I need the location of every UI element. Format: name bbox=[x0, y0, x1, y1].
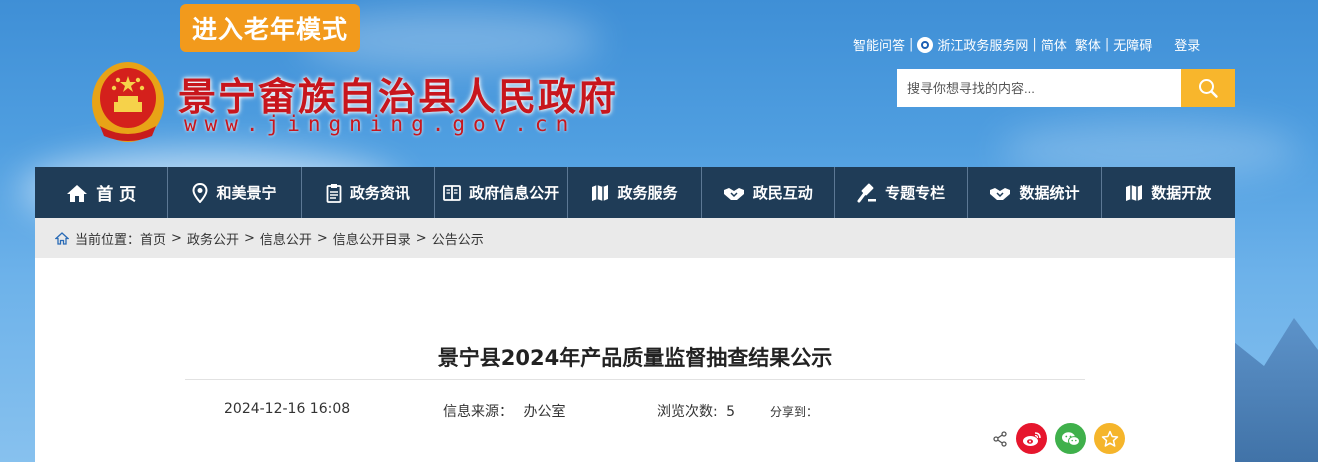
breadcrumb-separator: > bbox=[243, 230, 255, 246]
nav-item-label: 首 页 bbox=[96, 185, 137, 205]
article-datetime: 2024-12-16 16:08 bbox=[224, 401, 351, 417]
breadcrumb-link-announcements[interactable]: 公告公示 bbox=[432, 229, 484, 248]
nav-item-gov-info-disclosure[interactable]: 政府信息公开 bbox=[435, 167, 569, 218]
location-pin-icon bbox=[192, 182, 208, 203]
national-emblem-logo bbox=[92, 62, 164, 142]
search-bar bbox=[897, 69, 1235, 107]
site-url: www.jingning.gov.cn bbox=[184, 112, 577, 136]
nav-item-citizen-interaction[interactable]: 政民互动 bbox=[702, 167, 835, 218]
source-label: 信息来源： bbox=[443, 404, 513, 420]
divider: | bbox=[1032, 37, 1037, 52]
traditional-chinese-link[interactable]: 繁体 bbox=[1075, 35, 1101, 54]
main-nav: 首 页 和美景宁 政务资讯 政府信息公开 政务服务 政民互动 专题专栏 数据统计… bbox=[35, 167, 1235, 218]
search-input[interactable] bbox=[897, 69, 1181, 107]
nav-item-label: 政府信息公开 bbox=[469, 184, 560, 202]
nav-item-gov-services[interactable]: 政务服务 bbox=[568, 167, 702, 218]
gavel-icon bbox=[857, 183, 877, 202]
title-divider bbox=[185, 379, 1085, 380]
clipboard-icon bbox=[326, 183, 342, 203]
share-icon[interactable] bbox=[992, 430, 1008, 447]
weibo-share-button[interactable] bbox=[1016, 423, 1047, 454]
divider: | bbox=[1104, 37, 1110, 52]
accessibility-link[interactable]: 无障碍 bbox=[1113, 35, 1152, 54]
wechat-share-button[interactable] bbox=[1055, 423, 1086, 454]
article-title: 景宁县2024年产品质量监督抽查结果公示 bbox=[437, 346, 833, 370]
breadcrumb-link-info-public[interactable]: 信息公开 bbox=[260, 229, 312, 248]
top-links: 智能问答 | 浙江政务服务网 | 简体 繁体 | 无障碍 登录 bbox=[853, 35, 1200, 54]
share-icons bbox=[992, 423, 1125, 454]
elder-mode-button[interactable]: 进入老年模式 bbox=[180, 4, 360, 52]
views-value: 5 bbox=[726, 404, 736, 420]
handshake-data-icon bbox=[990, 187, 1011, 200]
article-views: 浏览次数: 5 bbox=[657, 401, 735, 421]
share-label: 分享到： bbox=[770, 405, 819, 419]
zhejiang-portal-link[interactable]: 浙江政务服务网 bbox=[937, 35, 1028, 54]
breadcrumb-link-info-catalog[interactable]: 信息公开目录 bbox=[333, 229, 411, 248]
nav-item-label: 政民互动 bbox=[752, 184, 813, 202]
favorite-share-button[interactable] bbox=[1094, 423, 1125, 454]
smart-qa-link[interactable]: 智能问答 bbox=[853, 35, 905, 54]
source-value: 办公室 bbox=[523, 404, 566, 420]
breadcrumb-separator: > bbox=[316, 230, 328, 246]
breadcrumb-separator: > bbox=[171, 230, 182, 246]
nav-item-home[interactable]: 首 页 bbox=[35, 167, 169, 218]
zhejiang-portal-icon bbox=[917, 36, 934, 53]
nav-item-data-statistics[interactable]: 数据统计 bbox=[968, 167, 1102, 218]
nav-item-label: 和美景宁 bbox=[216, 184, 277, 202]
nav-item-news[interactable]: 政务资讯 bbox=[302, 167, 435, 218]
nav-item-label: 数据开放 bbox=[1151, 184, 1212, 202]
breadcrumb-link-home[interactable]: 首页 bbox=[140, 229, 166, 248]
home-icon bbox=[67, 184, 88, 202]
nav-item-hemei-jingning[interactable]: 和美景宁 bbox=[168, 167, 302, 218]
article-panel: 景宁县2024年产品质量监督抽查结果公示 2024-12-16 16:08 信息… bbox=[35, 258, 1235, 462]
nav-item-label: 政务资讯 bbox=[349, 184, 410, 202]
article-source: 信息来源： 办公室 bbox=[443, 401, 565, 421]
star-icon bbox=[1101, 430, 1118, 447]
nav-item-open-data[interactable]: 数据开放 bbox=[1102, 167, 1235, 218]
map-icon bbox=[592, 184, 609, 201]
nav-item-label: 专题专栏 bbox=[885, 184, 946, 202]
open-book-icon bbox=[443, 184, 462, 201]
weibo-icon bbox=[1022, 431, 1041, 446]
login-link[interactable]: 登录 bbox=[1174, 35, 1200, 54]
nav-item-label: 政务服务 bbox=[617, 184, 678, 202]
search-icon bbox=[1199, 79, 1218, 98]
breadcrumb-prefix: 当前位置： bbox=[75, 232, 141, 248]
breadcrumb-separator: > bbox=[415, 230, 427, 246]
home-small-icon bbox=[55, 231, 69, 245]
simplified-chinese-link[interactable]: 简体 bbox=[1041, 35, 1067, 54]
handshake-icon bbox=[723, 187, 744, 200]
breadcrumb-link-gov-affairs[interactable]: 政务公开 bbox=[187, 229, 239, 248]
breadcrumb: 当前位置： 首页 > 政务公开 > 信息公开 > 信息公开目录 > 公告公示 bbox=[35, 218, 1235, 258]
nav-item-special-topics[interactable]: 专题专栏 bbox=[835, 167, 969, 218]
map-open-icon bbox=[1126, 184, 1143, 201]
divider: | bbox=[909, 37, 914, 52]
views-label: 浏览次数: bbox=[657, 404, 718, 420]
nav-item-label: 数据统计 bbox=[1019, 184, 1080, 202]
wechat-icon bbox=[1061, 431, 1080, 446]
search-button[interactable] bbox=[1181, 69, 1235, 107]
